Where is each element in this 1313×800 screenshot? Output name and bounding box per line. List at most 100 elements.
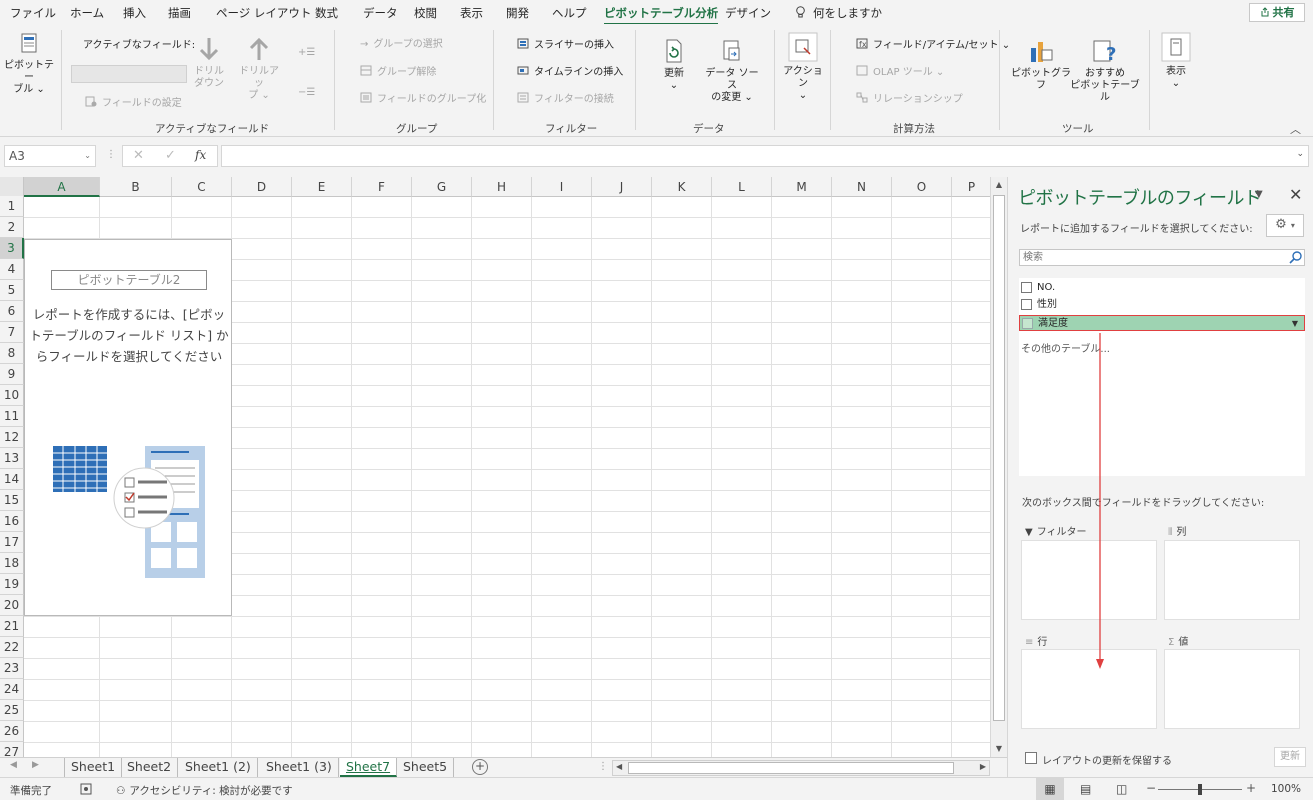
- refresh-button[interactable]: 更新 ⌄: [653, 38, 695, 92]
- row-header[interactable]: 25: [0, 700, 24, 721]
- vertical-scroll-thumb[interactable]: [993, 195, 1005, 721]
- zoom-in-icon[interactable]: +: [1246, 781, 1256, 795]
- row-header[interactable]: 5: [0, 280, 24, 301]
- row-header[interactable]: 8: [0, 343, 24, 364]
- field-search-input[interactable]: 検索: [1019, 249, 1305, 266]
- formula-input[interactable]: ⌄: [221, 145, 1309, 167]
- tell-me-box[interactable]: 何をしますか: [795, 5, 882, 21]
- enter-icon[interactable]: ✓: [165, 148, 176, 163]
- sheet-tab-active[interactable]: Sheet7: [340, 758, 398, 777]
- columns-drop-area[interactable]: [1164, 540, 1300, 620]
- row-header[interactable]: 23: [0, 658, 24, 679]
- collapse-field-icon[interactable]: −☰: [298, 86, 315, 99]
- row-header[interactable]: 22: [0, 637, 24, 658]
- pivot-table-placeholder[interactable]: ピボットテーブル2 レポートを作成するには、[ピボットテーブルのフィールド リス…: [24, 239, 232, 616]
- select-all-corner[interactable]: [0, 177, 24, 197]
- scroll-down-icon[interactable]: ▼: [991, 741, 1007, 757]
- tab-draw[interactable]: 描画: [168, 5, 191, 21]
- row-header[interactable]: 4: [0, 259, 24, 280]
- row-header[interactable]: 13: [0, 448, 24, 469]
- row-header[interactable]: 27: [0, 742, 24, 757]
- scroll-left-icon[interactable]: ◀: [616, 762, 622, 771]
- row-header[interactable]: 7: [0, 322, 24, 343]
- rows-drop-area[interactable]: [1021, 649, 1157, 729]
- expand-field-icon[interactable]: +☰: [298, 46, 315, 59]
- add-sheet-icon[interactable]: +: [472, 759, 488, 775]
- zoom-out-icon[interactable]: −: [1146, 781, 1156, 795]
- name-box[interactable]: A3 ⌄: [4, 145, 96, 167]
- row-header[interactable]: 18: [0, 553, 24, 574]
- column-header[interactable]: N: [832, 177, 892, 197]
- pivot-table-button[interactable]: ピボットテー ブル ⌄: [4, 32, 54, 96]
- row-header[interactable]: 21: [0, 616, 24, 637]
- group-field-button[interactable]: フィールドのグループ化: [360, 92, 486, 106]
- actions-button[interactable]: アクション ⌄: [781, 32, 825, 102]
- values-drop-area[interactable]: [1164, 649, 1300, 729]
- field-checkbox[interactable]: [1021, 299, 1032, 310]
- row-header[interactable]: 16: [0, 511, 24, 532]
- accessibility-status[interactable]: ⚇ アクセシビリティ: 検討が必要です: [116, 783, 293, 798]
- pane-options-icon[interactable]: ▼: [1255, 189, 1263, 200]
- column-header[interactable]: O: [892, 177, 952, 197]
- expand-formula-icon[interactable]: ⌄: [1296, 149, 1304, 159]
- row-header[interactable]: 11: [0, 406, 24, 427]
- tab-file[interactable]: ファイル: [10, 5, 56, 21]
- search-icon[interactable]: [1289, 251, 1302, 264]
- row-header[interactable]: 9: [0, 364, 24, 385]
- column-header[interactable]: A: [24, 177, 100, 197]
- row-header[interactable]: 19: [0, 574, 24, 595]
- tab-formulas[interactable]: 数式: [315, 5, 338, 21]
- field-dropdown-icon[interactable]: ▼: [1292, 316, 1298, 332]
- update-button[interactable]: 更新: [1274, 747, 1306, 767]
- field-item-satisfaction-dragging[interactable]: 満足度 ▼: [1019, 315, 1305, 331]
- zoom-level[interactable]: 100%: [1271, 783, 1301, 795]
- drill-down-button[interactable]: ドリル ダウン: [192, 36, 226, 90]
- sheet-tab[interactable]: Sheet5: [397, 758, 455, 777]
- prev-sheet-icon[interactable]: ◀: [10, 760, 17, 770]
- column-header[interactable]: B: [100, 177, 172, 197]
- column-header[interactable]: C: [172, 177, 232, 197]
- tab-view[interactable]: 表示: [460, 5, 483, 21]
- column-header[interactable]: D: [232, 177, 292, 197]
- horizontal-scrollbar[interactable]: ◀ ▶: [612, 760, 990, 776]
- insert-slicer-button[interactable]: スライサーの挿入: [517, 38, 614, 52]
- row-header[interactable]: 17: [0, 532, 24, 553]
- worksheet-grid[interactable]: ABCDEFGHIJKLMNOP 1 2 3 4 5 6 7 8 9 10 11 12 13 14 15 16…: [0, 177, 990, 757]
- column-header[interactable]: J: [592, 177, 652, 197]
- insert-function-icon[interactable]: fx: [195, 148, 206, 162]
- sheet-tab[interactable]: Sheet1 (3): [260, 758, 339, 777]
- tab-pivot-analyze[interactable]: ピボットテーブル分析: [604, 5, 719, 26]
- tab-insert[interactable]: 挿入: [123, 5, 146, 21]
- vertical-scrollbar[interactable]: ▲ ▼: [990, 177, 1007, 757]
- column-header[interactable]: L: [712, 177, 772, 197]
- column-header[interactable]: E: [292, 177, 352, 197]
- row-header[interactable]: 26: [0, 721, 24, 742]
- zoom-slider-thumb[interactable]: [1198, 784, 1202, 795]
- tab-help[interactable]: ヘルプ: [552, 5, 587, 21]
- page-layout-view-icon[interactable]: ▤: [1080, 782, 1091, 796]
- tab-review[interactable]: 校閲: [414, 5, 437, 21]
- column-header[interactable]: P: [952, 177, 990, 197]
- row-header[interactable]: 14: [0, 469, 24, 490]
- chevron-down-icon[interactable]: ⌄: [84, 146, 91, 166]
- row-header[interactable]: 24: [0, 679, 24, 700]
- column-header[interactable]: G: [412, 177, 472, 197]
- filters-drop-area[interactable]: [1021, 540, 1157, 620]
- column-header[interactable]: H: [472, 177, 532, 197]
- column-header[interactable]: K: [652, 177, 712, 197]
- field-checkbox[interactable]: [1022, 318, 1033, 329]
- row-header[interactable]: 3: [0, 238, 24, 259]
- sheet-tab[interactable]: Sheet2: [121, 758, 179, 777]
- horizontal-scroll-thumb[interactable]: [628, 762, 954, 774]
- tab-data[interactable]: データ: [363, 5, 398, 21]
- row-header[interactable]: 12: [0, 427, 24, 448]
- defer-update-checkbox[interactable]: [1025, 752, 1037, 764]
- cancel-icon[interactable]: ✕: [133, 148, 144, 163]
- column-header[interactable]: M: [772, 177, 832, 197]
- recommended-pivot-button[interactable]: ? おすすめ ピボットテーブル: [1068, 38, 1142, 104]
- tab-home[interactable]: ホーム: [70, 5, 104, 21]
- field-checkbox[interactable]: [1021, 282, 1032, 293]
- row-header[interactable]: 10: [0, 385, 24, 406]
- zoom-slider[interactable]: [1158, 784, 1242, 795]
- next-sheet-icon[interactable]: ▶: [32, 760, 39, 770]
